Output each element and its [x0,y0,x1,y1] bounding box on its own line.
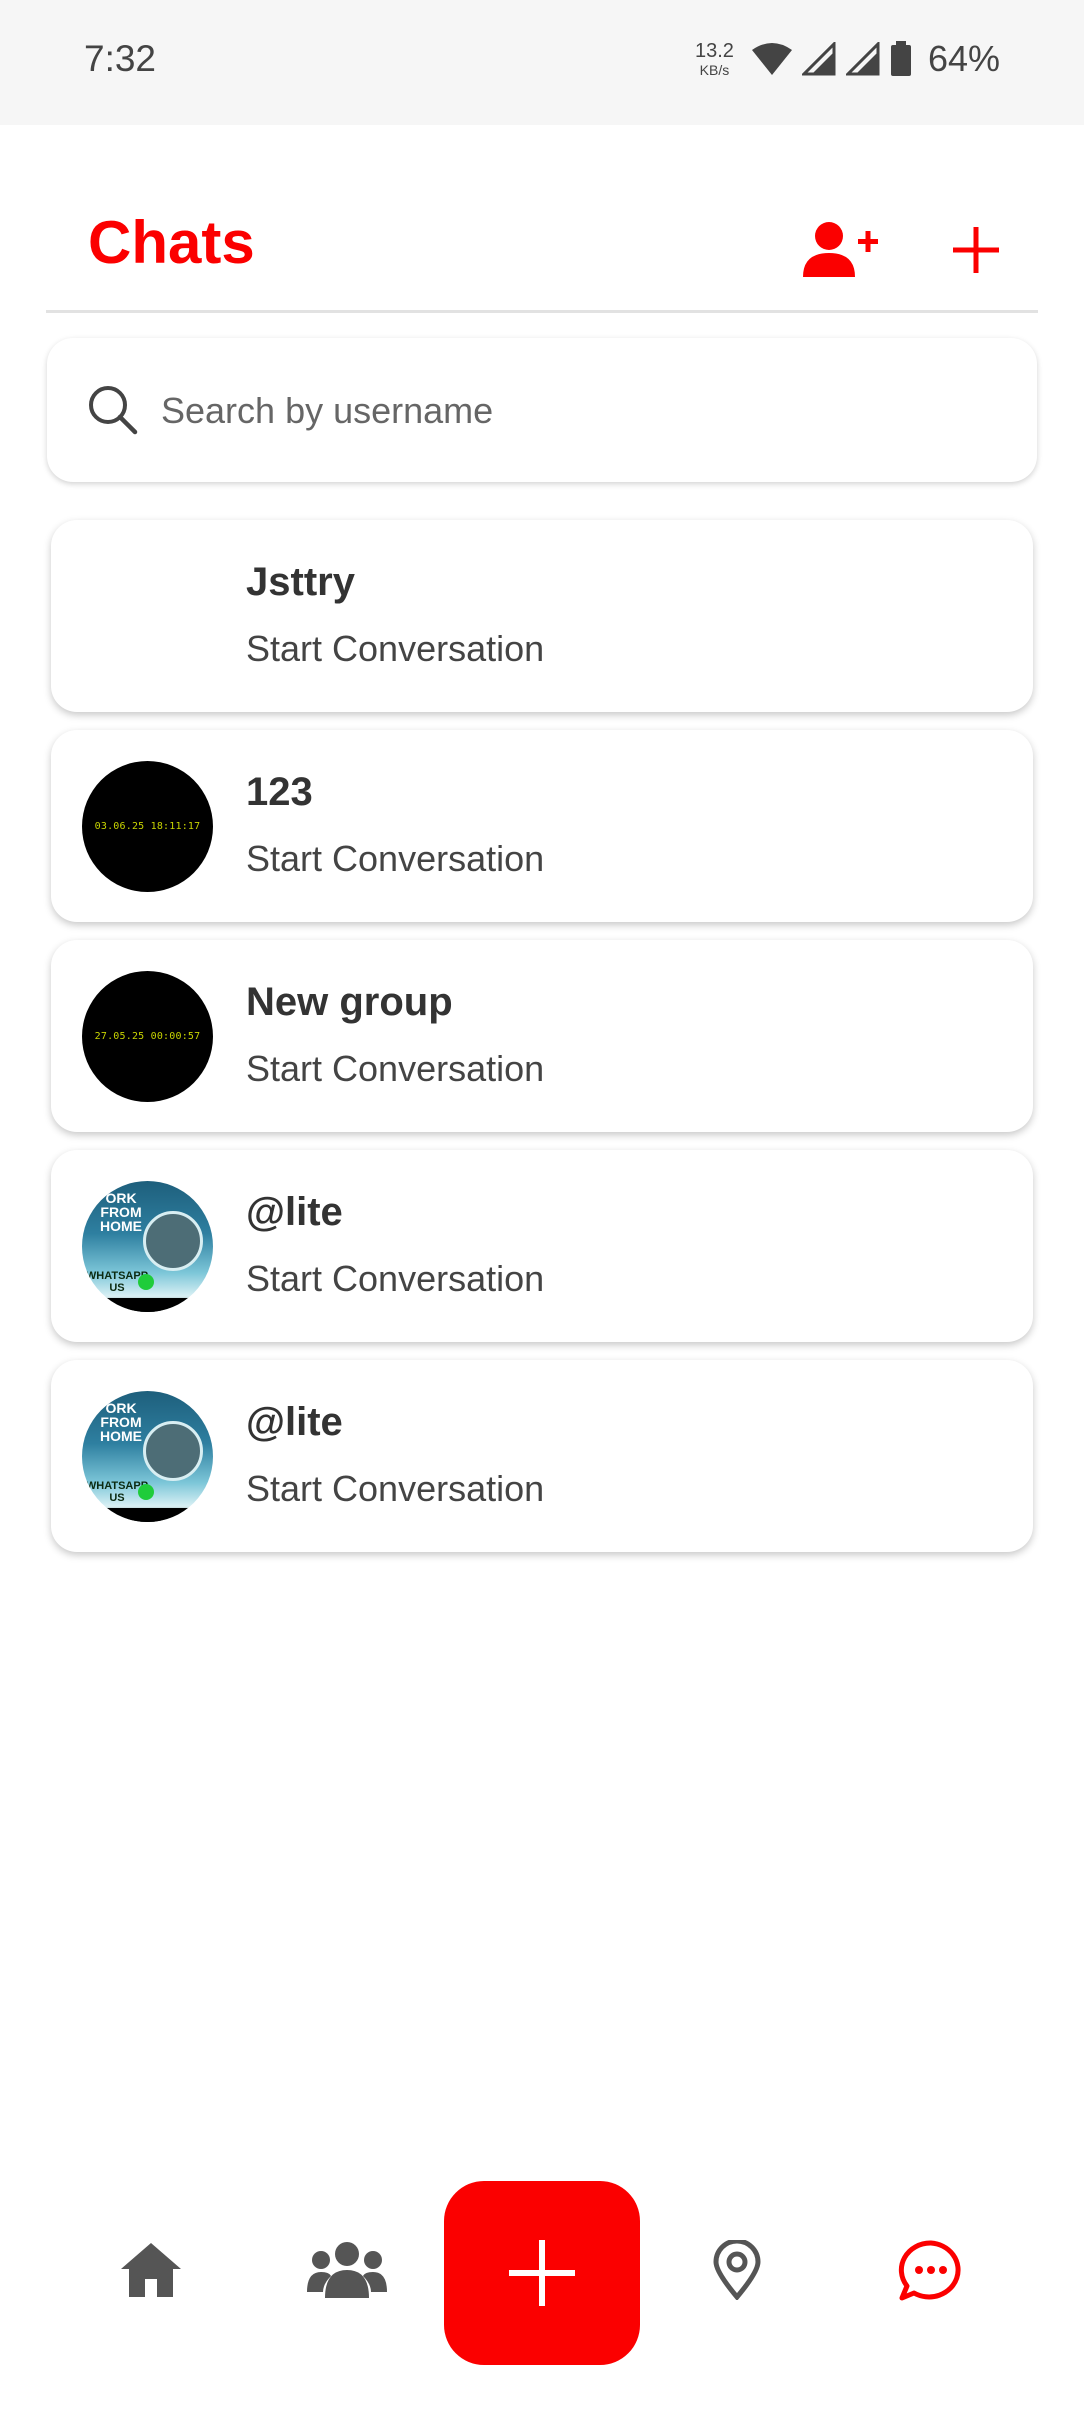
network-speed-value: 13.2 [695,40,734,62]
search-input[interactable] [159,378,1003,444]
home-icon [121,2243,181,2297]
chat-item[interactable]: 03.06.25 18:11:17 123 Start Conversation [51,730,1033,922]
search-icon [89,386,138,435]
battery-icon [890,41,911,76]
chat-subtitle: Start Conversation [246,1258,545,1299]
wifi-icon [751,43,792,75]
chats-header: Chats [46,180,1038,313]
people-icon [307,2242,387,2298]
signal-icon [801,42,836,76]
bottom-nav [0,2170,1084,2412]
chat-name: @lite [246,1190,343,1234]
chat-subtitle: Start Conversation [246,628,545,669]
chat-item[interactable]: ORK FROM HOME WHATSAPP US @lite Start Co… [51,1360,1033,1552]
battery-percent: 64% [927,38,1000,79]
user-plus-icon [803,222,878,277]
avatar: 27.05.25 00:00:57 [82,971,213,1102]
whatsapp-icon [138,1484,154,1500]
nav-people[interactable] [292,2215,402,2325]
avatar-timestamp: 03.06.25 18:11:17 [94,821,201,832]
status-bar: 7:32 13.2 KB/s 64% [0,0,1084,125]
status-time: 7:32 [84,38,157,79]
chat-icon [898,2240,961,2301]
plus-icon [953,227,999,273]
chat-name: New group [246,980,453,1024]
chat-list: Jsttry Start Conversation 03.06.25 18:11… [51,520,1033,1570]
add-button[interactable] [444,2181,640,2365]
avatar-timestamp: 27.05.25 00:00:57 [94,1031,201,1042]
whatsapp-icon [138,1274,154,1290]
avatar-poster-bar [82,1508,213,1522]
nav-location[interactable] [682,2215,792,2325]
avatar: ORK FROM HOME WHATSAPP US [82,1181,213,1312]
chat-name: 123 [246,770,313,814]
search-bar [47,338,1037,482]
avatar: 03.06.25 18:11:17 [82,761,213,892]
chat-name: @lite [246,1400,343,1444]
avatar-poster-photo [143,1211,203,1271]
avatar [82,551,213,682]
avatar-poster-photo [143,1421,203,1481]
signal-icon-2 [845,42,880,76]
nav-chats[interactable] [876,2215,986,2325]
chat-name: Jsttry [246,560,355,604]
avatar-poster-bar [82,1298,213,1312]
network-speed: 13.2 KB/s [695,41,734,77]
chat-subtitle: Start Conversation [246,838,545,879]
chat-subtitle: Start Conversation [246,1048,545,1089]
chat-item[interactable]: Jsttry Start Conversation [51,520,1033,712]
plus-icon [509,2240,575,2306]
network-speed-unit: KB/s [699,62,730,78]
location-icon [713,2240,761,2300]
chat-item[interactable]: 27.05.25 00:00:57 New group Start Conver… [51,940,1033,1132]
add-user-button[interactable] [800,210,884,290]
nav-home[interactable] [96,2215,206,2325]
status-icons: 13.2 KB/s 64% [695,38,1000,80]
page-title: Chats [88,209,255,276]
chat-subtitle: Start Conversation [246,1468,545,1509]
chat-item[interactable]: ORK FROM HOME WHATSAPP US @lite Start Co… [51,1150,1033,1342]
new-chat-button[interactable] [934,210,1018,290]
avatar: ORK FROM HOME WHATSAPP US [82,1391,213,1522]
